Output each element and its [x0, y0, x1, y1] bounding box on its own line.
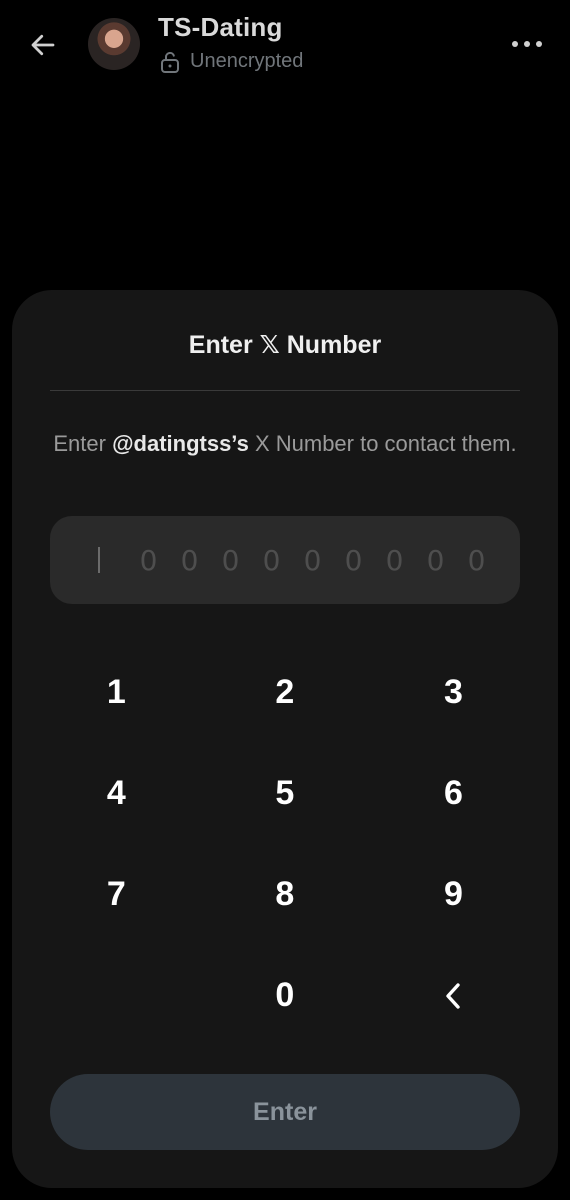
- divider: [50, 390, 520, 391]
- backspace-key[interactable]: [369, 945, 538, 1046]
- more-options-button[interactable]: [510, 30, 544, 58]
- encryption-status-label: Unencrypted: [190, 50, 304, 72]
- enter-number-sheet: Enter 𝕏 Number Enter @datingtss’s X Numb…: [12, 290, 558, 1188]
- placeholder-digit: 0: [303, 543, 322, 577]
- placeholder-digit: 0: [180, 543, 199, 577]
- key-3[interactable]: 3: [369, 642, 538, 743]
- key-8[interactable]: 8: [201, 844, 370, 945]
- placeholder-digit: 0: [385, 543, 404, 577]
- placeholder-digit: 0: [262, 543, 281, 577]
- keypad-row: 0: [32, 945, 538, 1046]
- conversation-header: TS-Dating Unencrypted: [0, 0, 570, 90]
- x-logo-icon: 𝕏: [259, 330, 280, 359]
- key-2[interactable]: 2: [201, 642, 370, 743]
- encryption-status: Unencrypted: [160, 50, 303, 73]
- keypad-row: 1 2 3: [32, 642, 538, 743]
- key-1[interactable]: 1: [32, 642, 201, 743]
- key-empty: [32, 945, 201, 1046]
- placeholder-digit: 0: [426, 543, 445, 577]
- text-caret: [98, 547, 100, 573]
- sheet-title-suffix: Number: [279, 331, 382, 359]
- placeholder-digits: 000000000: [128, 544, 497, 577]
- numeric-keypad: 1 2 3 4 5 6 7 8 9 0: [32, 642, 538, 1046]
- keypad-row: 4 5 6: [32, 743, 538, 844]
- placeholder-digit: 0: [221, 543, 240, 577]
- placeholder-digit: 0: [139, 543, 158, 577]
- user-handle: @datingtss’s: [112, 431, 249, 456]
- sheet-title: Enter 𝕏 Number: [12, 330, 558, 360]
- arrow-left-icon: [31, 34, 55, 56]
- key-5[interactable]: 5: [201, 743, 370, 844]
- key-6[interactable]: 6: [369, 743, 538, 844]
- keypad-row: 7 8 9: [32, 844, 538, 945]
- conversation-title[interactable]: TS-Dating: [158, 12, 283, 43]
- key-0[interactable]: 0: [201, 945, 370, 1046]
- sheet-title-prefix: Enter: [188, 331, 260, 359]
- avatar[interactable]: [88, 18, 140, 70]
- chevron-left-icon: [446, 982, 461, 1009]
- description-suffix: X Number to contact them.: [248, 431, 517, 456]
- key-9[interactable]: 9: [369, 844, 538, 945]
- enter-button[interactable]: Enter: [50, 1074, 520, 1150]
- back-button[interactable]: [26, 28, 60, 62]
- description-prefix: Enter: [53, 431, 113, 456]
- more-horizontal-icon: [512, 41, 542, 47]
- sheet-description: Enter @datingtss’s X Number to contact t…: [50, 428, 520, 460]
- key-7[interactable]: 7: [32, 844, 201, 945]
- key-4[interactable]: 4: [32, 743, 201, 844]
- placeholder-digit: 0: [344, 543, 363, 577]
- unlocked-padlock-icon: [160, 51, 180, 73]
- x-number-input[interactable]: 000000000: [50, 516, 520, 604]
- placeholder-digit: 0: [467, 543, 486, 577]
